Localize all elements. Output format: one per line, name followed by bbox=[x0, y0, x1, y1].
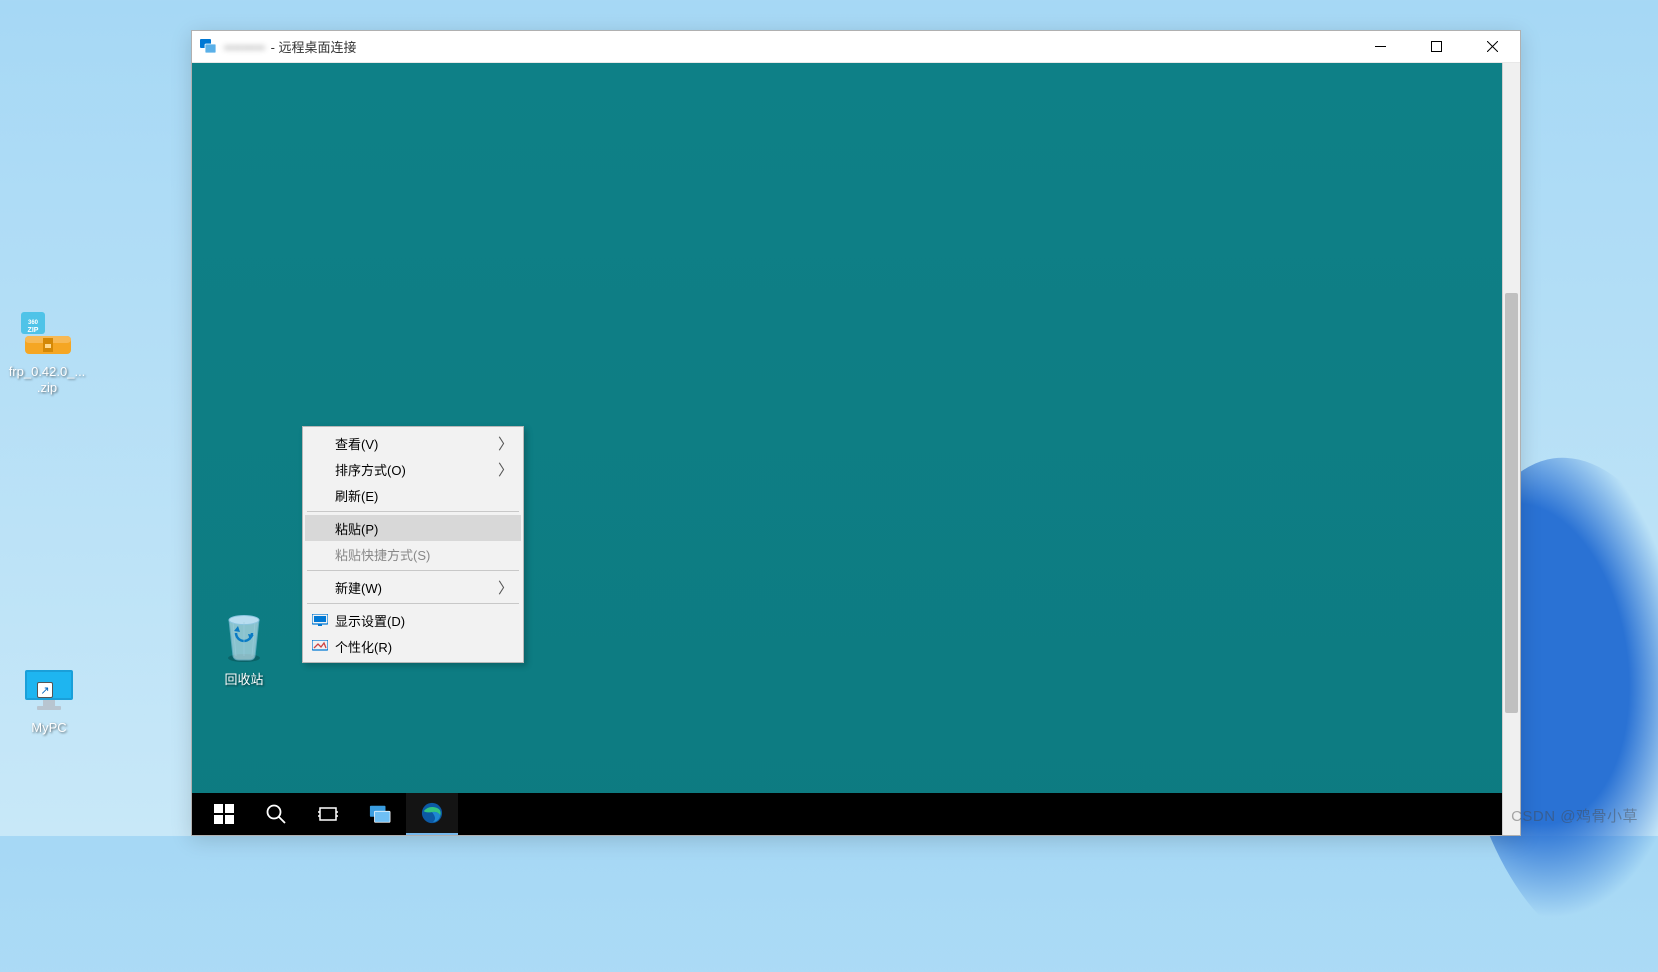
remote-desktop-area[interactable]: 回收站 查看(V) 〉 排序方式(O) 〉 刷新(E) 粘贴(P) bbox=[192, 63, 1502, 835]
search-icon bbox=[265, 803, 287, 825]
start-button[interactable] bbox=[198, 793, 250, 835]
desktop-icon-recycle-bin[interactable]: 回收站 bbox=[207, 608, 281, 688]
minimize-button[interactable] bbox=[1352, 31, 1408, 62]
personalize-icon bbox=[311, 639, 329, 653]
desktop-icon-label: MyPC bbox=[4, 720, 94, 736]
window-title: ••••••••• - 远程桌面连接 bbox=[224, 37, 1352, 56]
menu-item-refresh[interactable]: 刷新(E) bbox=[305, 482, 521, 508]
remote-taskbar bbox=[192, 793, 1502, 835]
desktop-icon-label: 回收站 bbox=[207, 669, 281, 688]
menu-item-label: 粘贴(P) bbox=[335, 519, 378, 538]
taskbar-app-explorer[interactable] bbox=[354, 793, 406, 835]
menu-item-label: 刷新(E) bbox=[335, 486, 378, 505]
menu-item-paste[interactable]: 粘贴(P) bbox=[305, 515, 521, 541]
task-view-button[interactable] bbox=[302, 793, 354, 835]
search-button[interactable] bbox=[250, 793, 302, 835]
monitor-icon: ↗ bbox=[19, 666, 79, 716]
submenu-arrow-icon: 〉 bbox=[498, 433, 513, 454]
menu-item-label: 显示设置(D) bbox=[335, 611, 405, 630]
remote-desktop-window: ••••••••• - 远程桌面连接 bbox=[191, 30, 1521, 836]
menu-item-label: 新建(W) bbox=[335, 578, 382, 597]
menu-item-label: 粘贴快捷方式(S) bbox=[335, 545, 430, 564]
display-settings-icon bbox=[311, 613, 329, 627]
edge-icon bbox=[421, 802, 443, 824]
menu-separator bbox=[307, 570, 519, 571]
rdp-app-icon bbox=[200, 39, 216, 55]
menu-item-personalize[interactable]: 个性化(R) bbox=[305, 633, 521, 659]
recycle-bin-icon bbox=[219, 608, 269, 664]
close-button[interactable] bbox=[1464, 31, 1520, 62]
svg-text:360: 360 bbox=[28, 320, 39, 326]
menu-item-display-settings[interactable]: 显示设置(D) bbox=[305, 607, 521, 633]
this-pc-icon bbox=[369, 803, 391, 825]
menu-item-label: 排序方式(O) bbox=[335, 460, 406, 479]
taskbar-app-edge[interactable] bbox=[406, 793, 458, 835]
vertical-scrollbar[interactable] bbox=[1502, 63, 1520, 835]
menu-separator bbox=[307, 511, 519, 512]
submenu-arrow-icon: 〉 bbox=[498, 459, 513, 480]
menu-item-label: 查看(V) bbox=[335, 434, 378, 453]
menu-item-sort[interactable]: 排序方式(O) 〉 bbox=[305, 456, 521, 482]
desktop-icon-label: frp_0.42.0_... .zip bbox=[2, 364, 92, 395]
desktop-icon-mypc[interactable]: ↗ MyPC bbox=[4, 666, 94, 736]
watermark-text: CSDN @鸡骨小草 bbox=[1511, 805, 1638, 826]
menu-item-new[interactable]: 新建(W) 〉 bbox=[305, 574, 521, 600]
shortcut-overlay-icon: ↗ bbox=[37, 682, 53, 698]
zip-file-icon: 360 ZIP bbox=[17, 310, 77, 360]
maximize-button[interactable] bbox=[1408, 31, 1464, 62]
svg-text:ZIP: ZIP bbox=[28, 327, 39, 334]
window-titlebar[interactable]: ••••••••• - 远程桌面连接 bbox=[192, 31, 1520, 63]
windows-logo-icon bbox=[213, 803, 235, 825]
menu-separator bbox=[307, 603, 519, 604]
submenu-arrow-icon: 〉 bbox=[498, 577, 513, 598]
desktop-icon-zip[interactable]: 360 ZIP frp_0.42.0_... .zip bbox=[2, 310, 92, 395]
task-view-icon bbox=[317, 803, 339, 825]
desktop-context-menu: 查看(V) 〉 排序方式(O) 〉 刷新(E) 粘贴(P) 粘贴快捷方式(S) bbox=[302, 426, 524, 663]
menu-item-paste-shortcut: 粘贴快捷方式(S) bbox=[305, 541, 521, 567]
scrollbar-thumb[interactable] bbox=[1505, 293, 1518, 713]
menu-item-label: 个性化(R) bbox=[335, 637, 392, 656]
menu-item-view[interactable]: 查看(V) 〉 bbox=[305, 430, 521, 456]
